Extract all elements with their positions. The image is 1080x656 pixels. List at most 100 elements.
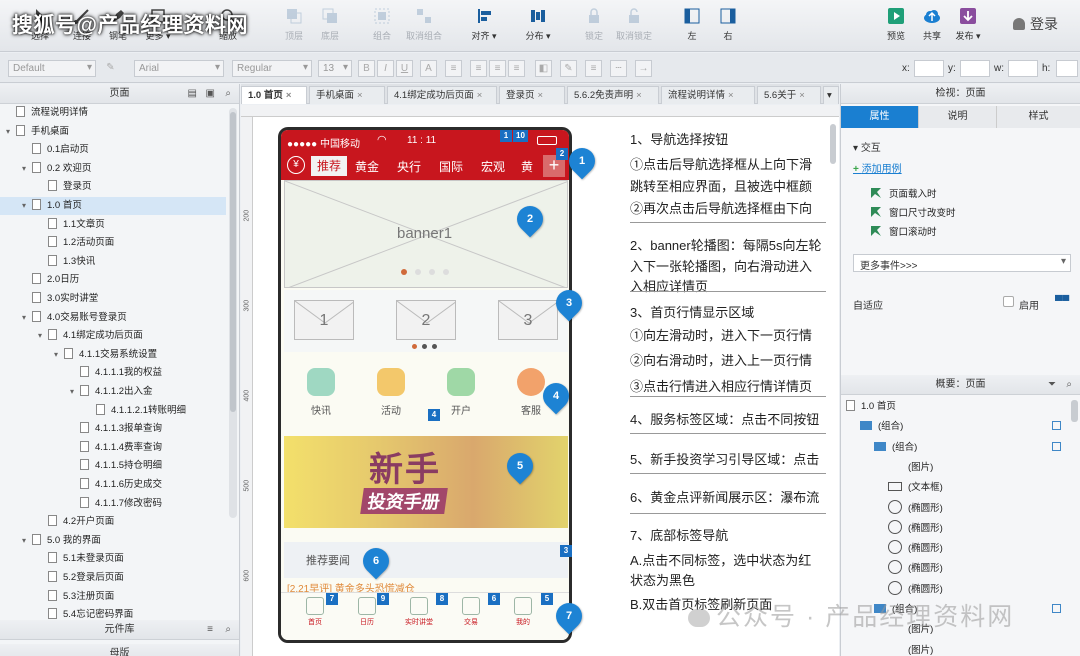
chevron-down-icon[interactable]: ▾ bbox=[22, 532, 32, 550]
page-tree-item[interactable]: 3.0实时讲堂 bbox=[0, 290, 226, 308]
nav-tab-gold[interactable]: 黄金 bbox=[355, 158, 379, 175]
close-icon[interactable]: × bbox=[357, 90, 363, 101]
font-color-button[interactable]: A bbox=[420, 60, 437, 77]
fill-color-button[interactable]: ◧ bbox=[535, 60, 552, 77]
page-tree-item[interactable]: ▾ 4.1.1.2出入金 bbox=[0, 383, 226, 401]
event-window-scroll[interactable]: 窗口滚动时 bbox=[871, 224, 937, 238]
group-button[interactable]: 组合 bbox=[360, 6, 404, 48]
page-tree-item[interactable]: 4.1.1.5持仓明细 bbox=[0, 457, 226, 475]
chevron-down-icon[interactable]: ▾ bbox=[22, 309, 32, 327]
outline-item[interactable]: (图片) bbox=[846, 459, 1066, 473]
right-panel-toggle[interactable]: 右 bbox=[706, 6, 750, 48]
outline-item[interactable]: (椭圆形) bbox=[846, 499, 1066, 514]
page-tree-item[interactable]: 流程说明详情 bbox=[0, 104, 226, 122]
canvas-scrollbar[interactable] bbox=[829, 120, 837, 650]
add-page-icon[interactable]: ▤ bbox=[188, 84, 197, 103]
footnote-badge[interactable]: 3 bbox=[560, 545, 572, 557]
outline-item[interactable]: (椭圆形) bbox=[846, 540, 1066, 555]
ungroup-button[interactable]: 取消组合 bbox=[402, 6, 446, 48]
page-tree-item[interactable]: ▾ 手机桌面 bbox=[0, 123, 226, 141]
page-tree-item[interactable]: 登录页 bbox=[0, 178, 226, 196]
beginner-guide-banner[interactable]: 新手 投资手册 bbox=[284, 436, 568, 528]
library-panel-header[interactable]: 元件库 ⌕ ≡ bbox=[0, 620, 239, 640]
carousel-dot[interactable] bbox=[429, 269, 435, 275]
outline-item[interactable]: (组合) bbox=[846, 418, 1066, 432]
close-icon[interactable]: × bbox=[538, 90, 544, 101]
gold-news-area[interactable]: 推荐要闻 bbox=[284, 542, 568, 578]
event-page-load[interactable]: 页面载入时 bbox=[871, 186, 937, 200]
close-icon[interactable]: × bbox=[477, 90, 483, 101]
bold-button[interactable]: B bbox=[358, 60, 375, 77]
quotes-area[interactable]: 1 2 3 bbox=[284, 290, 568, 352]
annotation-pin[interactable]: 7 bbox=[550, 597, 588, 635]
close-icon[interactable]: × bbox=[286, 90, 292, 101]
tab-mine[interactable]: 我的 bbox=[503, 597, 543, 627]
h-input[interactable] bbox=[1056, 60, 1078, 77]
nav-tab-international[interactable]: 国际 bbox=[439, 158, 463, 175]
align-center-button[interactable]: ≡ bbox=[489, 60, 506, 77]
page-tree-item[interactable]: 1.1文章页 bbox=[0, 216, 226, 234]
page-tree-item[interactable]: 4.1.1.3报单查询 bbox=[0, 420, 226, 438]
filter-icon[interactable]: ⏷ bbox=[1048, 375, 1056, 394]
line-color-button[interactable]: ✎ bbox=[560, 60, 577, 77]
page-tree-item[interactable]: ▾ 4.1绑定成功后页面 bbox=[0, 327, 226, 345]
adaptive-checkbox[interactable] bbox=[1003, 296, 1014, 307]
arrow-style-button[interactable]: → bbox=[635, 60, 652, 77]
master-panel-header[interactable]: 母版 bbox=[0, 644, 239, 656]
phone-mockup[interactable]: ●●●●● 中国移动 ◠ 11 : 11 ¥ 推荐 黄金 央行 国际 宏观 黄 … bbox=[278, 127, 572, 643]
send-to-back-button[interactable]: 底层 bbox=[308, 6, 352, 48]
tab-list-dropdown[interactable]: ▾ bbox=[823, 86, 839, 104]
unlock-button[interactable]: 取消锁定 bbox=[612, 6, 656, 48]
banner-carousel[interactable]: banner1 bbox=[284, 180, 568, 288]
page-tree-item[interactable]: 4.1.1.7修改密码 bbox=[0, 495, 226, 513]
nav-tab-macro[interactable]: 宏观 bbox=[481, 158, 505, 175]
service-activity[interactable]: 活动 bbox=[366, 368, 416, 417]
format-painter-icon[interactable]: ✎ bbox=[102, 60, 119, 77]
nav-tab-central-bank[interactable]: 央行 bbox=[397, 158, 421, 175]
page-tree-item[interactable]: ▾ 4.0交易账号登录页 bbox=[0, 309, 226, 327]
editor-tab[interactable]: 5.6关于 × bbox=[757, 86, 821, 104]
chevron-down-icon[interactable]: ▾ bbox=[22, 160, 32, 178]
quote-box[interactable]: 1 bbox=[294, 300, 354, 340]
page-tree-item[interactable]: 4.1.1.6历史成交 bbox=[0, 476, 226, 494]
footnote-badge[interactable]: 9 bbox=[377, 593, 389, 605]
page-tree-item[interactable]: ▾ 4.1.1交易系统设置 bbox=[0, 346, 226, 364]
login-button[interactable]: 登录 bbox=[1013, 14, 1058, 34]
y-input[interactable] bbox=[960, 60, 990, 77]
footnote-badge[interactable]: 2 bbox=[556, 148, 568, 160]
visibility-toggle[interactable] bbox=[1052, 441, 1061, 451]
more-events-select[interactable]: 更多事件>>> ▾ bbox=[853, 254, 1071, 272]
close-icon[interactable]: × bbox=[799, 90, 805, 101]
quote-dot-active[interactable] bbox=[412, 344, 417, 349]
add-folder-icon[interactable]: ▣ bbox=[206, 84, 215, 103]
page-tree-item[interactable]: 2.0日历 bbox=[0, 271, 226, 289]
page-tree-item[interactable]: 5.2登录后页面 bbox=[0, 569, 226, 587]
quote-dot[interactable] bbox=[422, 344, 427, 349]
page-tree-item[interactable]: ▾ 1.0 首页 bbox=[0, 197, 226, 215]
line-style-button[interactable]: ┄ bbox=[610, 60, 627, 77]
pages-scrollbar[interactable] bbox=[229, 108, 237, 518]
library-search-icon[interactable]: ⌕ bbox=[225, 620, 231, 639]
page-tree-item[interactable]: ▾ 5.0 我的界面 bbox=[0, 532, 226, 550]
font-weight-select[interactable]: Regular bbox=[232, 60, 312, 77]
currency-icon[interactable]: ¥ bbox=[287, 156, 305, 174]
editor-tab[interactable]: 手机桌面 × bbox=[309, 86, 385, 104]
carousel-dot-active[interactable] bbox=[401, 269, 407, 275]
font-family-select[interactable]: Arial bbox=[134, 60, 224, 77]
annotation-pin[interactable]: 4 bbox=[537, 377, 575, 415]
footnote-badge[interactable]: 7 bbox=[326, 593, 338, 605]
footnote-badge[interactable]: 8 bbox=[436, 593, 448, 605]
annotation-pin[interactable]: 6 bbox=[357, 542, 395, 580]
annotation-pin[interactable]: 5 bbox=[501, 447, 539, 485]
chevron-down-icon[interactable]: ▾ bbox=[70, 383, 80, 401]
tab-style[interactable]: 样式 bbox=[997, 106, 1080, 128]
event-window-resize[interactable]: 窗口尺寸改变时 bbox=[871, 205, 956, 219]
annotation-pin[interactable]: 2 bbox=[511, 200, 549, 238]
page-tree-item[interactable]: 0.1启动页 bbox=[0, 141, 226, 159]
tab-properties[interactable]: 属性 bbox=[841, 106, 919, 128]
visibility-toggle[interactable] bbox=[1052, 421, 1061, 431]
outline-item[interactable]: (组合) bbox=[846, 439, 1066, 453]
editor-tab[interactable]: 1.0 首页 × bbox=[241, 86, 307, 104]
nav-tab-more[interactable]: 黄 bbox=[521, 158, 533, 175]
footnote-badge[interactable]: 1 bbox=[500, 130, 512, 142]
